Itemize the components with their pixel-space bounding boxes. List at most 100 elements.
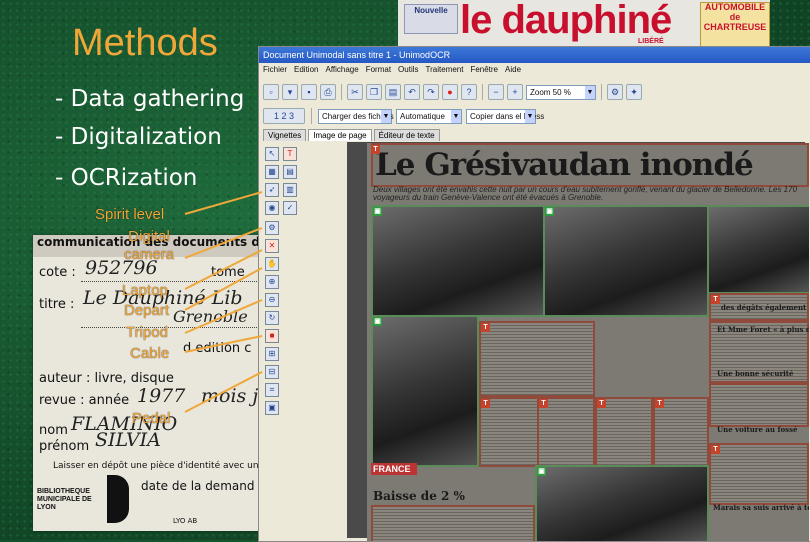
page-selector-button[interactable]: 1 2 3 [263,108,305,124]
bullet-list: - Data gathering - Digitalization - OCRi… [55,80,244,197]
copy-icon[interactable]: ❐ [366,84,382,100]
form-revue-value: 1977 [137,385,186,407]
newspaper-headline: Le Grésivaudan inondé [375,147,754,183]
zone-text[interactable] [709,443,809,505]
paste-icon[interactable]: ▤ [385,84,401,100]
split-icon[interactable]: ⊞ [265,347,279,361]
open-icon[interactable]: ▾ [282,84,298,100]
form-request-date-label: date de la demand [141,479,255,493]
new-document-icon[interactable]: ▫ [263,84,279,100]
delete-zone-icon[interactable]: ✕ [265,239,279,253]
menu-item-edition[interactable]: Edition [294,65,318,79]
menu-item-format[interactable]: Format [366,65,391,79]
merge-icon[interactable]: ⊟ [265,365,279,379]
tab-image-de-page[interactable]: Image de page [308,129,372,141]
help-icon[interactable]: ? [461,84,477,100]
barcode-zone-icon[interactable]: ▥ [283,183,297,197]
zoom-in-icon[interactable]: + [507,84,523,100]
tab-editeur-de-texte[interactable]: Éditeur de texte [373,129,440,141]
menu-item-affichage[interactable]: Affichage [325,65,358,79]
scanned-newspaper-page[interactable]: Le Grésivaudan inondé T Deux villages on… [367,143,809,541]
select-icon[interactable]: ↖ [265,147,279,161]
toolbar-separator [601,84,602,100]
print-icon[interactable]: ⎙ [320,84,336,100]
form-prenom-value: SILVIA [95,429,161,451]
zoom-out-icon[interactable]: − [488,84,504,100]
task-toolbar: 1 2 3 Charger des fichiers ▼ Automatique ▼… [259,105,810,127]
zone-text[interactable] [709,383,809,427]
bullet-digitalization: - Digitalization [55,124,222,150]
text-zone-marker-icon: T [711,295,720,304]
tool-sidebar: ↖ T ▦ ▤ ➶ ▥ ◉ ✓ ⚙ ✕ ✋ ⊕ ⊖ ↻ ■ ⊞ ⊟ ⌗ ▣ [263,143,297,535]
chevron-down-icon: ▼ [525,109,535,123]
newspaper-libere: LIBÉRÉ [638,38,664,45]
text-zone-marker-icon: T [371,145,380,154]
recognize-icon[interactable]: ◉ [265,201,279,215]
zone-photo[interactable] [371,205,545,317]
undo-icon[interactable]: ↶ [404,84,420,100]
article-heading: Baisse de 2 % [373,489,465,503]
zone-text[interactable] [371,505,535,541]
section-label-france: FRANCE [371,463,417,475]
form-prenom-label: prénom [39,439,90,454]
mode-select[interactable]: Automatique ▼ [396,108,462,124]
redo-icon[interactable]: ↷ [423,84,439,100]
form-cote-label: cote : [39,265,76,280]
menu-item-aide[interactable]: Aide [505,65,521,79]
zoom-out-icon[interactable]: ⊖ [265,293,279,307]
tab-vignettes[interactable]: Vignettes [263,129,307,141]
settings-icon[interactable]: ⚙ [265,221,279,235]
zoom-select[interactable]: Zoom 50 % ▼ [526,84,596,100]
zoom-in-icon[interactable]: ⊕ [265,275,279,289]
check-icon[interactable]: ✓ [283,201,297,215]
text-zone-marker-icon: T [597,399,606,408]
newspaper-ad: AUTOMOBILE de CHARTREUSE [700,2,770,48]
settings-icon[interactable]: ⚙ [607,84,623,100]
deskew-icon[interactable]: ▣ [265,401,279,415]
main-toolbar: ▫ ▾ ▪ ⎙ ✂ ❐ ▤ ↶ ↷ ● ? − + Zoom 50 % ▼ ⚙ ✦ [259,81,810,103]
stop-icon[interactable]: ● [442,84,458,100]
small-newspaper-logo: Nouvelle [404,4,458,34]
zone-photo[interactable] [707,205,809,294]
load-files-select[interactable]: Charger des fichiers ▼ [318,108,394,124]
menu-item-outils[interactable]: Outils [398,65,418,79]
zone-text[interactable] [479,321,595,397]
zone-photo[interactable] [543,205,709,317]
picture-zone-icon[interactable]: ▦ [265,165,279,179]
label-pedal: Pedal [132,410,171,427]
menu-item-fichier[interactable]: Fichier [263,65,287,79]
pointer-icon[interactable]: ➶ [265,183,279,197]
zoom-value: Zoom 50 % [530,87,571,97]
form-tome-label: tome [211,265,245,280]
table-zone-icon[interactable]: ▤ [283,165,297,179]
cut-icon[interactable]: ✂ [347,84,363,100]
label-depart: Depart [124,302,170,319]
save-mode-select[interactable]: Copier dans el Press ▼ [466,108,544,124]
side-heading-2: Et Mme Foret « à plus de cave » [717,325,809,334]
slide-title: Methods [72,22,218,64]
text-zone-marker-icon: T [481,399,490,408]
label-laptop: Laptop [122,282,168,299]
chevron-down-icon: ▼ [451,109,461,123]
crop-icon[interactable]: ⌗ [265,383,279,397]
chevron-down-icon: ▼ [585,85,595,99]
text-zone-icon[interactable]: T [283,147,297,161]
lock-icon[interactable]: ■ [265,329,279,343]
zone-photo[interactable] [371,315,479,467]
chevron-down-icon: ▼ [381,109,391,123]
library-logo [107,475,129,523]
zone-photo[interactable] [535,465,709,541]
form-auteur-label: auteur : livre, disque [39,371,174,386]
view-tabs: Vignettes Image de page Éditeur de texte [263,129,440,141]
form-revue-label: revue : année [39,393,130,408]
hand-icon[interactable]: ✋ [265,257,279,271]
rotate-icon[interactable]: ↻ [265,311,279,325]
menu-item-fenetre[interactable]: Fenêtre [470,65,498,79]
crowd-photo [373,317,477,465]
bullet-data-gathering: - Data gathering [55,86,245,112]
wizard-icon[interactable]: ✦ [626,84,642,100]
ocr-application-window: Document Unimodal sans titre 1 - UnimodO… [258,46,810,542]
toolbar-separator [311,108,312,124]
menu-item-traitement[interactable]: Traitement [426,65,464,79]
save-icon[interactable]: ▪ [301,84,317,100]
